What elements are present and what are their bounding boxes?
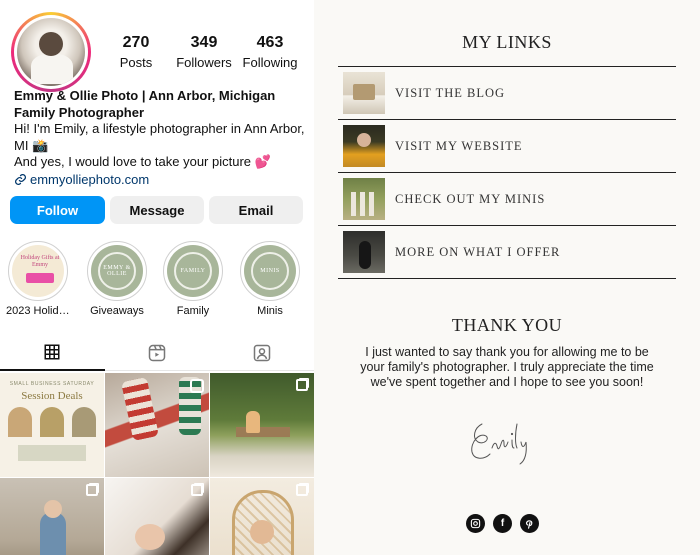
link-item-minis[interactable]: CHECK OUT MY MINIS	[338, 173, 676, 226]
link-label: MORE ON WHAT I OFFER	[395, 244, 561, 259]
following-label: Following	[242, 55, 298, 70]
highlight-family[interactable]: FAMILY Family	[161, 241, 225, 317]
highlight-minis-cover: MINIS	[244, 245, 296, 297]
highlight-giveaways[interactable]: EMMY & OLLIE Giveaways	[85, 241, 149, 317]
links-title: MY LINKS	[462, 32, 552, 52]
tagged-user-icon	[253, 344, 270, 361]
wreath-logo-icon: EMMY & OLLIE	[98, 252, 136, 290]
highlight-label: Family	[176, 305, 210, 317]
post-thumbnail[interactable]: SMALL BUSINESS SATURDAY Session Deals	[0, 373, 104, 477]
message-button[interactable]: Message	[110, 196, 204, 224]
tab-posts-grid[interactable]	[0, 335, 105, 371]
email-button[interactable]: Email	[209, 196, 303, 224]
thanks-message: I just wanted to say thank you for allow…	[360, 345, 654, 389]
post-thumbnail[interactable]	[210, 373, 314, 477]
bio-line-2: And yes, I would love to take your pictu…	[14, 154, 271, 169]
posts-grid: SMALL BUSINESS SATURDAY Session Deals	[0, 373, 314, 555]
carousel-badge-icon	[296, 484, 308, 496]
post-kicker: SMALL BUSINESS SATURDAY	[9, 381, 95, 387]
following-stat[interactable]: 463 Following	[240, 34, 300, 70]
reels-icon	[148, 344, 166, 361]
link-item-blog[interactable]: VISIT THE BLOG	[338, 67, 676, 120]
bio-line-1: Hi! I'm Emily, a lifestyle photographer …	[14, 121, 305, 153]
tab-tagged[interactable]	[209, 335, 314, 371]
profile-bio: Emmy & Ollie Photo | Ann Arbor, Michigan…	[14, 88, 306, 188]
post-thumbnail[interactable]	[105, 373, 209, 477]
wreath-logo-icon: MINIS	[251, 252, 289, 290]
posts-label: Posts	[119, 55, 153, 70]
profile-category: Family Photographer	[14, 104, 145, 120]
post-thumbnail[interactable]	[210, 478, 314, 555]
highlight-holiday-art: Holiday Gifts at Emmy	[20, 255, 60, 268]
followers-label: Followers	[176, 55, 232, 70]
wreath-logo-icon: FAMILY	[174, 252, 212, 290]
highlight-label: Minis	[257, 305, 283, 317]
instagram-icon[interactable]	[466, 514, 485, 533]
links-page-panel: MY LINKS VISIT THE BLOG VISIT MY WEBSITE…	[314, 0, 700, 555]
highlight-label: 2023 Holidea...	[6, 305, 70, 317]
avatar-photo	[17, 18, 85, 86]
follow-button[interactable]: Follow	[10, 196, 105, 224]
thanks-title: THANK YOU	[451, 315, 563, 335]
link-thumbnail	[343, 231, 385, 273]
post-thumbnail[interactable]	[0, 478, 104, 555]
link-thumbnail	[343, 72, 385, 114]
followers-count: 349	[190, 34, 218, 51]
links-list: VISIT THE BLOG VISIT MY WEBSITE CHECK OU…	[338, 66, 676, 279]
profile-avatar[interactable]	[11, 12, 91, 92]
link-item-offer[interactable]: MORE ON WHAT I OFFER	[338, 226, 676, 279]
highlight-holiday-cover: Holiday Gifts at Emmy	[12, 245, 64, 297]
highlight-holiday[interactable]: Holiday Gifts at Emmy 2023 Holidea...	[6, 241, 70, 317]
link-label: CHECK OUT MY MINIS	[395, 191, 546, 206]
followers-stat[interactable]: 349 Followers	[171, 34, 237, 70]
highlight-giveaways-cover: EMMY & OLLIE	[91, 245, 143, 297]
tab-reels[interactable]	[104, 335, 210, 371]
carousel-badge-icon	[191, 484, 203, 496]
profile-tabs	[0, 335, 314, 371]
website-url: emmyolliephoto.com	[30, 171, 150, 187]
posts-count: 270	[122, 34, 150, 51]
pinterest-icon[interactable]	[520, 514, 539, 533]
link-label: VISIT MY WEBSITE	[395, 138, 523, 153]
carousel-badge-icon	[296, 379, 308, 391]
following-count: 463	[256, 34, 284, 51]
link-thumbnail	[343, 178, 385, 220]
link-thumbnail	[343, 125, 385, 167]
website-link[interactable]: emmyolliephoto.com	[14, 172, 306, 189]
post-title: Session Deals	[21, 390, 83, 402]
reel-badge-icon	[190, 379, 204, 393]
highlight-minis[interactable]: MINIS Minis	[238, 241, 302, 317]
link-icon	[15, 174, 26, 186]
instagram-profile-panel: 270 Posts 349 Followers 463 Following Em…	[0, 0, 314, 555]
link-item-website[interactable]: VISIT MY WEBSITE	[338, 120, 676, 173]
highlight-label: Giveaways	[90, 305, 144, 317]
highlight-family-cover: FAMILY	[167, 245, 219, 297]
post-thumbnail[interactable]	[105, 478, 209, 555]
carousel-badge-icon	[86, 484, 98, 496]
signature	[471, 423, 527, 465]
link-label: VISIT THE BLOG	[395, 85, 506, 100]
profile-name: Emmy & Ollie Photo | Ann Arbor, Michigan	[14, 88, 276, 103]
facebook-icon[interactable]: f	[493, 514, 512, 533]
social-links: f	[466, 514, 539, 533]
grid-icon	[44, 344, 60, 360]
posts-stat[interactable]: 270 Posts	[112, 34, 160, 70]
